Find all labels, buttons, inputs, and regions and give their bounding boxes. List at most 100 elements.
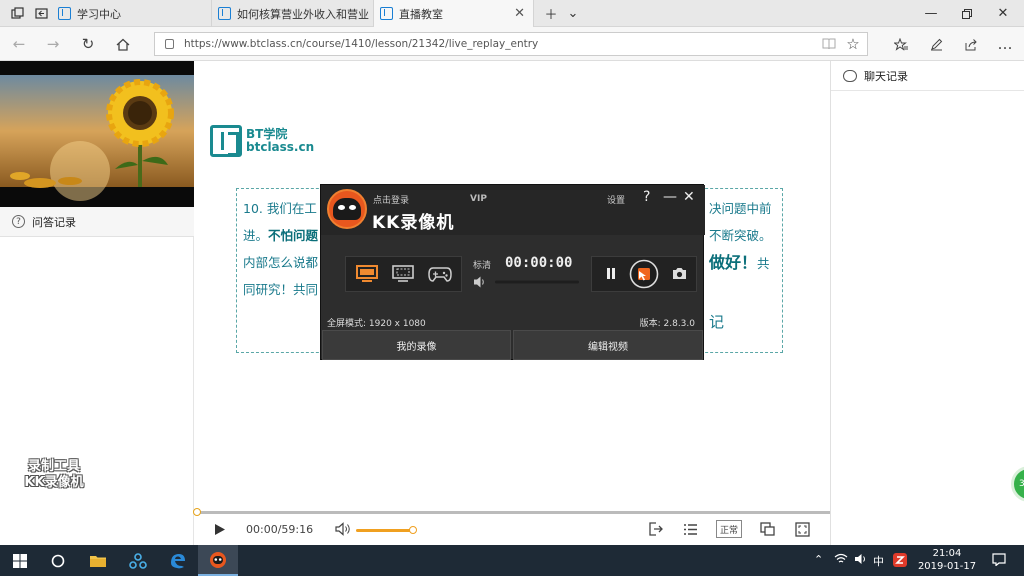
kk-settings-button[interactable]: 设置: [607, 193, 625, 206]
kk-game-mode-icon[interactable]: [428, 265, 452, 283]
close-window-button[interactable]: ✕: [986, 0, 1020, 27]
network-app-icon[interactable]: [118, 545, 158, 576]
volume-icon[interactable]: [335, 519, 351, 539]
kk-record-controls: [591, 256, 697, 292]
kk-fullscreen-mode-text: 全屏模式: 1920 x 1080: [327, 319, 426, 329]
page-icon: [58, 7, 71, 20]
kk-stop-record-button[interactable]: [629, 259, 659, 289]
note-line2-start: 进。: [243, 228, 269, 243]
tab-label: 如何核算营业外收入和营业: [237, 7, 369, 21]
file-explorer-icon[interactable]: [78, 545, 118, 576]
video-preview[interactable]: [0, 61, 194, 207]
share-icon[interactable]: [960, 33, 982, 55]
minimize-button[interactable]: —: [914, 0, 948, 27]
kk-volume-control[interactable]: [473, 275, 581, 289]
refresh-icon[interactable]: ↻: [77, 33, 99, 55]
kk-minimize-icon[interactable]: —: [663, 189, 677, 205]
note-line5-end: 记: [709, 313, 725, 331]
play-icon[interactable]: [214, 519, 226, 539]
kk-quality-selector[interactable]: 标清: [473, 258, 491, 271]
close-tab-icon[interactable]: ✕: [514, 6, 525, 21]
page-icon: [218, 7, 231, 20]
note-line2-end: 不断突破。: [709, 228, 772, 243]
kk-mode-selector: [345, 256, 462, 292]
tab-live-classroom[interactable]: 直播教室 ✕: [374, 0, 534, 27]
tab-label: 学习中心: [77, 7, 121, 21]
btclass-logo-icon: [210, 125, 242, 157]
notification-center-icon[interactable]: [992, 553, 1006, 566]
video-player-controls: 00:00/59:16 正常: [193, 508, 830, 545]
kk-login-link[interactable]: 点击登录: [373, 193, 409, 206]
note-line1-start: 10. 我们在工: [243, 201, 317, 216]
system-clock[interactable]: 21:04 2019-01-17: [912, 547, 982, 573]
clock-time: 21:04: [932, 548, 962, 559]
tab-accounting[interactable]: 如何核算营业外收入和营业: [212, 0, 374, 27]
volume-knob[interactable]: [408, 526, 417, 534]
windows-start-icon[interactable]: [0, 545, 40, 576]
home-icon[interactable]: [112, 33, 134, 55]
floating-badge[interactable]: 37: [1011, 466, 1024, 502]
page-icon: [380, 7, 393, 20]
note-line2-bold: 不怕问题: [268, 228, 319, 243]
kk-my-recordings-button[interactable]: 我的录像: [322, 330, 511, 360]
url-field[interactable]: https://www.btclass.cn/course/1410/lesso…: [154, 32, 868, 56]
address-toolbar: ← → ↻ https://www.btclass.cn/course/1410…: [0, 27, 1024, 61]
kk-edit-video-button[interactable]: 编辑视频: [513, 330, 703, 360]
tab-learning-center[interactable]: 学习中心: [52, 0, 212, 27]
kk-screenshot-camera-icon[interactable]: [672, 267, 687, 280]
watermark-line1: 录制工具: [27, 459, 80, 474]
note-line3-end: 共: [757, 256, 770, 271]
sunflower-image: [0, 61, 194, 207]
playback-speed-button[interactable]: 正常: [716, 520, 742, 538]
tab-list-chevron-icon[interactable]: ⌄: [556, 0, 590, 27]
tab-label: 直播教室: [399, 7, 443, 21]
fullscreen-icon[interactable]: [795, 519, 810, 539]
playlist-icon[interactable]: [683, 519, 698, 539]
kk-title-bar: 点击登录 VIP KK录像机 设置 ? — ✕: [321, 185, 705, 235]
logo-line2: btclass.cn: [246, 140, 315, 154]
url-text: https://www.btclass.cn/course/1410/lesso…: [184, 38, 539, 50]
kk-recording-timer: 00:00:00: [505, 255, 573, 271]
search-cortana-icon[interactable]: [38, 545, 78, 576]
tray-network-icon[interactable]: [834, 553, 848, 565]
back-arrow-icon[interactable]: ←: [8, 33, 30, 55]
kk-pause-icon[interactable]: [606, 267, 616, 280]
qa-record-tab[interactable]: ? 问答记录: [0, 207, 194, 237]
kk-vip-badge[interactable]: VIP: [470, 194, 487, 204]
note-line4-start: 同研究！共同: [243, 282, 319, 297]
progress-knob[interactable]: [193, 508, 201, 516]
question-icon: ?: [12, 215, 25, 228]
reading-view-icon[interactable]: [818, 33, 840, 55]
note-line3-start: 内部怎么说都: [243, 255, 319, 270]
kk-help-icon[interactable]: ?: [643, 189, 650, 205]
edge-browser-icon[interactable]: [158, 545, 198, 576]
web-note-pen-icon[interactable]: [925, 33, 947, 55]
recorder-watermark: 录制工具 KK录像机: [16, 459, 92, 491]
kk-recorder-taskbar-icon[interactable]: [198, 545, 238, 576]
note-line1-end: 决问题中前: [709, 201, 772, 216]
note-line3-bold: 做好！: [709, 253, 758, 272]
maximize-button[interactable]: [950, 0, 984, 27]
kk-raccoon-logo-icon: [327, 189, 367, 229]
favorites-list-icon[interactable]: [890, 33, 912, 55]
picture-in-picture-icon[interactable]: [760, 519, 775, 539]
btclass-logo: BT学院 btclass.cn: [210, 125, 314, 157]
chat-record-tab[interactable]: 聊天记录: [831, 61, 1024, 91]
forward-arrow-icon[interactable]: →: [42, 33, 64, 55]
progress-bar[interactable]: [193, 508, 830, 516]
favorite-star-icon[interactable]: ☆: [842, 33, 864, 55]
qa-label: 问答记录: [32, 215, 76, 229]
kk-region-mode-icon[interactable]: [392, 265, 414, 283]
tray-input-method-icon[interactable]: [892, 552, 908, 568]
exit-icon[interactable]: [648, 519, 663, 539]
tray-volume-icon[interactable]: [854, 553, 868, 565]
volume-slider[interactable]: [356, 526, 417, 534]
left-panel: ? 问答记录 录制工具 KK录像机: [0, 61, 194, 545]
more-options-icon[interactable]: …: [994, 33, 1016, 55]
tray-ime-indicator[interactable]: 中: [873, 553, 884, 569]
clock-date: 2019-01-17: [917, 561, 977, 572]
kk-fullscreen-mode-icon[interactable]: [356, 265, 378, 283]
browser-tab-bar: 学习中心 如何核算营业外收入和营业 直播教室 ✕ ＋ ⌄ — ✕: [0, 0, 1024, 27]
kk-close-icon[interactable]: ✕: [683, 189, 695, 205]
tray-expand-chevron-icon[interactable]: ⌃: [814, 553, 823, 566]
